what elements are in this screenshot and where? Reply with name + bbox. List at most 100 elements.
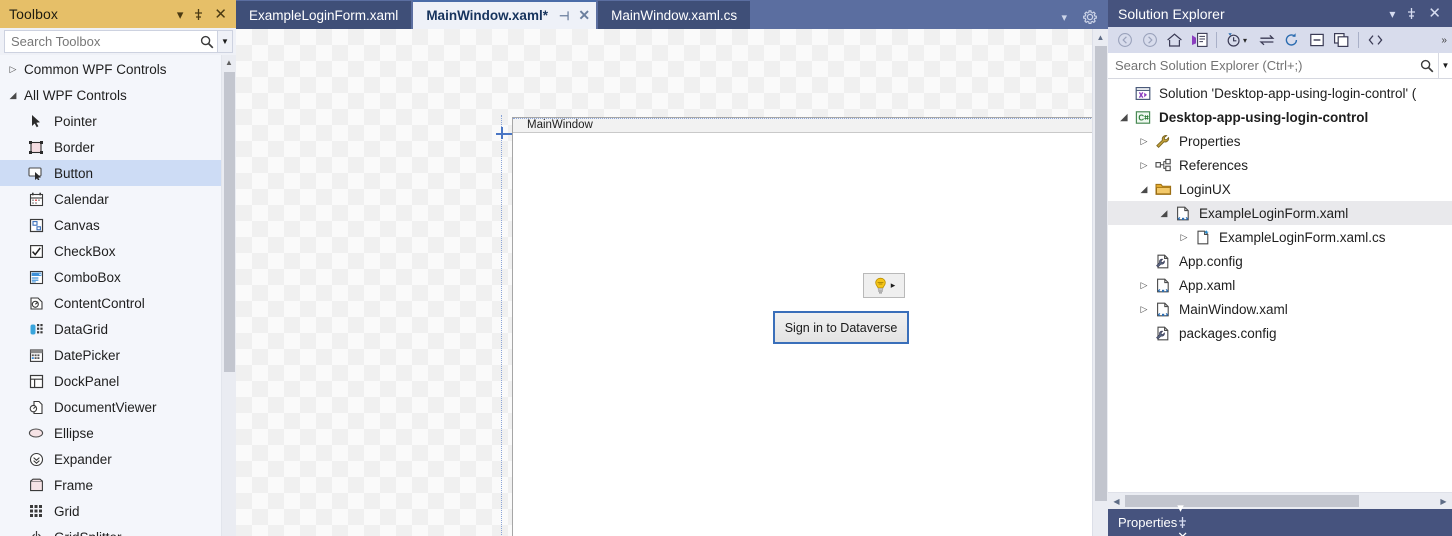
toolbox-item-label: DataGrid [54, 321, 109, 337]
solution-explorer-tree[interactable]: Solution 'Desktop-app-using-login-contro… [1108, 79, 1452, 492]
toolbox-group-common-wpf-controls[interactable]: ▷ Common WPF Controls [0, 56, 221, 82]
toolbox-item-checkbox[interactable]: CheckBox [0, 238, 221, 264]
scroll-up-icon[interactable]: ▲ [1093, 29, 1109, 45]
chevron-down-icon[interactable]: ◢ [1136, 184, 1152, 195]
toolbox-item-combobox[interactable]: ComboBox [0, 264, 221, 290]
toolbox-item-button[interactable]: Button [0, 160, 221, 186]
toolbox-scrollbar[interactable]: ▲ [221, 55, 236, 536]
toolbox-item-grid[interactable]: Grid [0, 498, 221, 524]
pin-icon[interactable] [1406, 7, 1417, 20]
tree-row-app-config[interactable]: App.config [1108, 249, 1452, 273]
design-window-body[interactable]: ▸ Sign in to Dataverse [513, 133, 1092, 536]
pin-icon[interactable]: ⊣ [559, 9, 569, 23]
toolbox-item-label: Ellipse [54, 425, 94, 441]
toolbar-overflow-button[interactable]: ›› [1441, 35, 1448, 46]
toolbox-search-input[interactable] [11, 34, 197, 49]
pin-icon[interactable] [1177, 516, 1188, 529]
tree-row-examplelogingform-xaml-cs[interactable]: ▷ ExampleLoginForm.xaml.cs [1108, 225, 1452, 249]
tree-row-mainwindow-xaml[interactable]: ▷ MainWindow.xaml [1108, 297, 1452, 321]
close-icon[interactable]: ✕ [214, 7, 227, 22]
collapse-all-icon[interactable] [1305, 29, 1328, 51]
toolbox-scroll-thumb[interactable] [223, 72, 235, 372]
properties-icon[interactable] [1330, 29, 1353, 51]
scroll-left-icon[interactable]: ◀ [1108, 493, 1125, 510]
solution-explorer-horizontal-scrollbar[interactable]: ◀ ▶ [1108, 492, 1452, 509]
toolbox-item-datagrid[interactable]: DataGrid [0, 316, 221, 342]
chevron-down-icon[interactable]: ◢ [1116, 112, 1132, 123]
tab-examplelogingform-xaml[interactable]: ExampleLoginForm.xaml [236, 1, 412, 29]
home-icon[interactable] [1163, 29, 1186, 51]
tree-row-examplelogingform-xaml[interactable]: ◢ ExampleLoginForm.xaml [1108, 201, 1452, 225]
toolbox-item-frame[interactable]: Frame [0, 472, 221, 498]
sync-with-active-document-icon[interactable] [1255, 29, 1278, 51]
tree-row-properties[interactable]: ▷ Properties [1108, 129, 1452, 153]
solution-explorer-search-input[interactable] [1108, 58, 1416, 73]
toolbox-item-canvas[interactable]: Canvas [0, 212, 221, 238]
chevron-right-icon[interactable]: ▷ [1136, 160, 1152, 171]
toolbox-item-datepicker[interactable]: DatePicker [0, 342, 221, 368]
forward-icon[interactable] [1138, 29, 1161, 51]
design-window-frame[interactable]: MainWindow ▸ Sign in to Dataverse [512, 117, 1092, 536]
toolbox-item-gridsplitter[interactable]: GridSplitter [0, 524, 221, 536]
tree-row-references[interactable]: ▷ References [1108, 153, 1452, 177]
chevron-down-icon[interactable]: ▾ [1177, 500, 1184, 515]
toolbox-search-box[interactable] [4, 30, 218, 53]
tree-row-project[interactable]: ◢ C Desktop-app-using-login-control [1108, 105, 1452, 129]
toolbox-item-documentviewer[interactable]: DocumentViewer [0, 394, 221, 420]
show-all-files-icon[interactable] [1364, 29, 1387, 51]
toolbox-item-expander[interactable]: Expander [0, 446, 221, 472]
chevron-down-icon[interactable]: ▾ [1389, 8, 1395, 20]
chevron-right-icon[interactable]: ▷ [1136, 304, 1152, 315]
chevron-down-icon[interactable]: ▾ [1243, 36, 1253, 45]
toolbox-item-border[interactable]: Border [0, 134, 221, 160]
tree-row-app-xaml[interactable]: ▷ App.xaml [1108, 273, 1452, 297]
history-icon[interactable] [1222, 29, 1245, 51]
designer-vertical-scrollbar[interactable]: ▲ [1092, 29, 1108, 536]
toolbox-group-label: Common WPF Controls [24, 61, 167, 77]
tab-label: MainWindow.xaml.cs [611, 7, 738, 23]
tree-row-solution[interactable]: Solution 'Desktop-app-using-login-contro… [1108, 81, 1452, 105]
tree-row-label: References [1179, 157, 1249, 173]
visual-studio-window: Toolbox ▾ ✕ ▼ ▷ Common WP [0, 0, 1452, 536]
close-icon[interactable]: ✕ [578, 7, 590, 24]
toolbox-group-all-wpf-controls[interactable]: ◢ All WPF Controls [0, 82, 221, 108]
tree-row-packages-config[interactable]: packages.config [1108, 321, 1452, 345]
toolbox-item-pointer[interactable]: Pointer [0, 108, 221, 134]
close-icon[interactable]: ✕ [1428, 6, 1441, 21]
designer-scroll-thumb[interactable] [1094, 46, 1107, 501]
toolbox-item-ellipse[interactable]: Ellipse [0, 420, 221, 446]
chevron-down-icon[interactable]: ▾ [1061, 11, 1067, 24]
gear-icon[interactable] [1083, 10, 1097, 24]
chevron-right-icon[interactable]: ▷ [1176, 232, 1192, 243]
sign-in-to-dataverse-button[interactable]: Sign in to Dataverse [773, 311, 909, 344]
solution-explorer-search-dropdown[interactable]: ▼ [1438, 53, 1452, 78]
tree-row-label: packages.config [1179, 325, 1277, 341]
solution-explorer-search-row[interactable]: ▼ [1108, 53, 1452, 79]
scroll-up-icon[interactable]: ▲ [222, 55, 237, 70]
toolbox-item-calendar[interactable]: Calendar [0, 186, 221, 212]
datepicker-icon [22, 348, 50, 363]
se-hscroll-thumb[interactable] [1125, 495, 1359, 507]
chevron-down-icon[interactable]: ▾ [177, 8, 184, 21]
tab-mainwindow-xaml-cs[interactable]: MainWindow.xaml.cs [598, 1, 751, 29]
refresh-icon[interactable] [1280, 29, 1303, 51]
toolbox-search-dropdown[interactable]: ▼ [218, 30, 233, 53]
toolbox-item-dockpanel[interactable]: DockPanel [0, 368, 221, 394]
properties-panel-title: Properties [1118, 515, 1178, 530]
tab-mainwindow-xaml[interactable]: MainWindow.xaml* ⊣ ✕ [413, 0, 597, 29]
chevron-right-icon[interactable]: ▷ [1136, 280, 1152, 291]
tree-row-loginux-folder[interactable]: ◢ LoginUX [1108, 177, 1452, 201]
chevron-right-icon[interactable]: ▸ [891, 281, 896, 290]
pin-icon[interactable] [193, 8, 204, 21]
toolbox-item-contentcontrol[interactable]: ContentControl [0, 290, 221, 316]
scroll-right-icon[interactable]: ▶ [1435, 493, 1452, 510]
chevron-down-icon[interactable]: ◢ [1156, 208, 1172, 219]
pending-changes-icon[interactable] [1188, 29, 1211, 51]
back-icon[interactable] [1113, 29, 1136, 51]
close-icon[interactable]: ✕ [1177, 529, 1188, 536]
config-file-icon [1152, 254, 1174, 269]
quick-actions-lightbulb[interactable]: ▸ [863, 273, 905, 298]
chevron-right-icon[interactable]: ▷ [1136, 136, 1152, 147]
solution-explorer-header: Solution Explorer ▾ ✕ [1108, 0, 1452, 27]
xaml-design-surface[interactable]: MainWindow ▸ Sign in to Dataverse [236, 29, 1092, 536]
